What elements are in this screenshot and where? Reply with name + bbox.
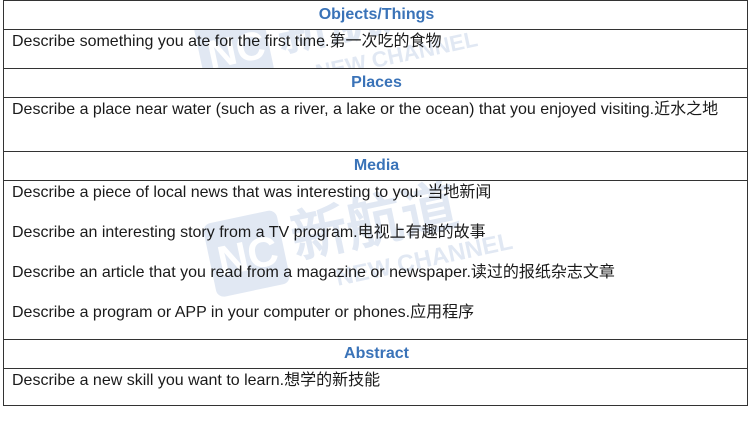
section-header-media: Media (3, 151, 748, 181)
section-header-abstract: Abstract (3, 339, 748, 369)
topic-item: Describe an article that you read from a… (12, 264, 615, 281)
topic-item: Describe a piece of local news that was … (12, 184, 492, 201)
section-header-row: Places (3, 68, 748, 98)
topics-table: Objects/Things Describe something you at… (3, 0, 748, 406)
section-body-media: Describe a piece of local news that was … (3, 180, 748, 340)
section-body-row: Describe something you ate for the first… (3, 29, 748, 69)
section-body-row: Describe a piece of local news that was … (3, 180, 748, 340)
section-body-row: Describe a new skill you want to learn.想… (3, 368, 748, 406)
section-body-abstract: Describe a new skill you want to learn.想… (3, 368, 748, 406)
section-header-row: Abstract (3, 339, 748, 369)
topic-item: Describe an interesting story from a TV … (12, 224, 486, 241)
section-body-places: Describe a place near water (such as a r… (3, 97, 748, 152)
section-header-objects: Objects/Things (3, 0, 748, 30)
topic-item: Describe a new skill you want to learn.想… (12, 372, 381, 389)
section-body-row: Describe a place near water (such as a r… (3, 97, 748, 152)
section-header-row: Media (3, 151, 748, 181)
section-header-row: Objects/Things (3, 0, 748, 30)
topic-item: Describe a program or APP in your comput… (12, 304, 475, 321)
topic-item: Describe a place near water (such as a r… (12, 101, 719, 118)
section-body-objects: Describe something you ate for the first… (3, 29, 748, 69)
topic-item: Describe something you ate for the first… (12, 33, 442, 50)
section-header-places: Places (3, 68, 748, 98)
